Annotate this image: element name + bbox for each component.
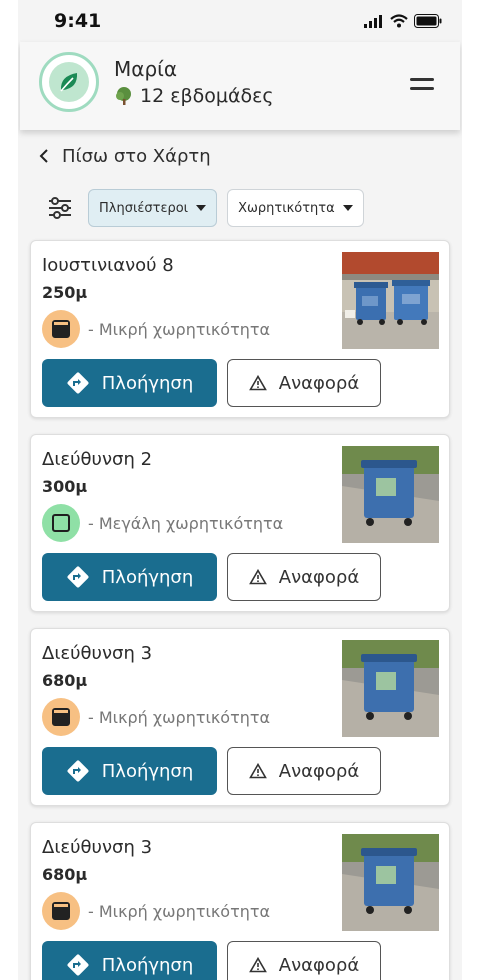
leaf-icon bbox=[60, 73, 78, 92]
filter-sliders-icon[interactable] bbox=[46, 193, 74, 223]
blue-bin-photo bbox=[342, 640, 439, 737]
caret-down-icon bbox=[342, 205, 353, 211]
recycling-bins-photo bbox=[342, 252, 439, 349]
back-label: Πίσω στο Χάρτη bbox=[62, 145, 211, 167]
report-button[interactable]: Αναφορά bbox=[227, 941, 381, 980]
bin-address: Ιουστινιανού 8 bbox=[42, 255, 174, 276]
navigate-label: Πλοήγηση bbox=[101, 954, 194, 976]
status-icons bbox=[364, 12, 442, 30]
directions-icon bbox=[67, 372, 89, 394]
capacity-label: - Μικρή χωρητικότητα bbox=[88, 901, 271, 921]
bin-card[interactable]: Διεύθυνση 2 300μ - Μεγάλη χωρητικότητα Π… bbox=[30, 434, 450, 612]
small-capacity-icon bbox=[42, 698, 80, 736]
directions-icon bbox=[67, 760, 89, 782]
navigate-button[interactable]: Πλοήγηση bbox=[42, 359, 217, 407]
navigate-label: Πλοήγηση bbox=[101, 566, 194, 588]
status-time: 9:41 bbox=[54, 10, 102, 32]
navigate-button[interactable]: Πλοήγηση bbox=[42, 747, 217, 795]
username: Μαρία bbox=[114, 57, 178, 81]
battery-icon bbox=[414, 14, 442, 28]
report-button[interactable]: Αναφορά bbox=[227, 553, 381, 601]
signal-icon bbox=[364, 15, 382, 28]
warning-icon bbox=[248, 957, 267, 973]
phone-screen: 9:41 Μαρία 12 εβδομάδες Πίσω στο Χάρτη Π… bbox=[18, 0, 462, 980]
bin-card[interactable]: Διεύθυνση 3 680μ - Μικρή χωρητικότητα Πλ… bbox=[30, 822, 450, 980]
navigate-button[interactable]: Πλοήγηση bbox=[42, 553, 217, 601]
report-label: Αναφορά bbox=[278, 760, 360, 782]
caret-down-icon bbox=[196, 205, 207, 211]
report-button[interactable]: Αναφορά bbox=[227, 359, 381, 407]
capacity-row: - Μικρή χωρητικότητα bbox=[42, 698, 270, 736]
navigate-label: Πλοήγηση bbox=[101, 760, 194, 782]
capacity-dropdown[interactable]: Χωρητικότητα bbox=[227, 189, 364, 227]
report-button[interactable]: Αναφορά bbox=[227, 747, 381, 795]
back-to-map-link[interactable]: Πίσω στο Χάρτη bbox=[38, 142, 211, 170]
navigate-button[interactable]: Πλοήγηση bbox=[42, 941, 217, 980]
profile-header: Μαρία 12 εβδομάδες bbox=[20, 42, 460, 130]
capacity-label: - Μεγάλη χωρητικότητα bbox=[88, 513, 284, 533]
warning-icon bbox=[248, 375, 267, 391]
status-bar: 9:41 bbox=[18, 0, 462, 42]
wifi-icon bbox=[390, 14, 408, 28]
directions-icon bbox=[67, 566, 89, 588]
tree-icon bbox=[116, 87, 131, 105]
bin-card[interactable]: Ιουστινιανού 8 250μ - Μικρή χωρητικότητα bbox=[30, 240, 450, 418]
blue-bin-photo bbox=[342, 834, 439, 931]
filter-bar: Πλησιέστεροι Χωρητικότητα bbox=[46, 189, 364, 227]
blue-bin-photo bbox=[342, 446, 439, 543]
weeks-label: 12 εβδομάδες bbox=[140, 85, 274, 107]
bin-address: Διεύθυνση 3 bbox=[42, 643, 153, 664]
capacity-row: - Μικρή χωρητικότητα bbox=[42, 892, 270, 930]
directions-icon bbox=[67, 954, 89, 976]
capacity-row: - Μεγάλη χωρητικότητα bbox=[42, 504, 283, 542]
capacity-label: - Μικρή χωρητικότητα bbox=[88, 319, 271, 339]
navigate-label: Πλοήγηση bbox=[101, 372, 194, 394]
capacity-row: - Μικρή χωρητικότητα bbox=[42, 310, 270, 348]
bin-distance: 250μ bbox=[42, 283, 88, 302]
small-capacity-icon bbox=[42, 892, 80, 930]
warning-icon bbox=[248, 763, 267, 779]
bin-address: Διεύθυνση 3 bbox=[42, 837, 153, 858]
report-label: Αναφορά bbox=[278, 372, 360, 394]
report-label: Αναφορά bbox=[278, 566, 360, 588]
chevron-left-icon bbox=[39, 149, 48, 163]
bin-distance: 680μ bbox=[42, 865, 88, 884]
menu-button[interactable] bbox=[410, 74, 436, 94]
bin-distance: 300μ bbox=[42, 477, 88, 496]
sort-label: Πλησιέστεροι bbox=[99, 200, 189, 216]
warning-icon bbox=[248, 569, 267, 585]
sort-dropdown[interactable]: Πλησιέστεροι bbox=[88, 189, 218, 227]
small-capacity-icon bbox=[42, 310, 80, 348]
large-capacity-icon bbox=[42, 504, 80, 542]
bin-address: Διεύθυνση 2 bbox=[42, 449, 153, 470]
bin-card[interactable]: Διεύθυνση 3 680μ - Μικρή χωρητικότητα Πλ… bbox=[30, 628, 450, 806]
capacity-filter-label: Χωρητικότητα bbox=[238, 200, 335, 216]
avatar[interactable] bbox=[39, 52, 99, 112]
bin-distance: 680μ bbox=[42, 671, 88, 690]
weeks-streak: 12 εβδομάδες bbox=[114, 85, 274, 107]
report-label: Αναφορά bbox=[278, 954, 360, 976]
capacity-label: - Μικρή χωρητικότητα bbox=[88, 707, 271, 727]
